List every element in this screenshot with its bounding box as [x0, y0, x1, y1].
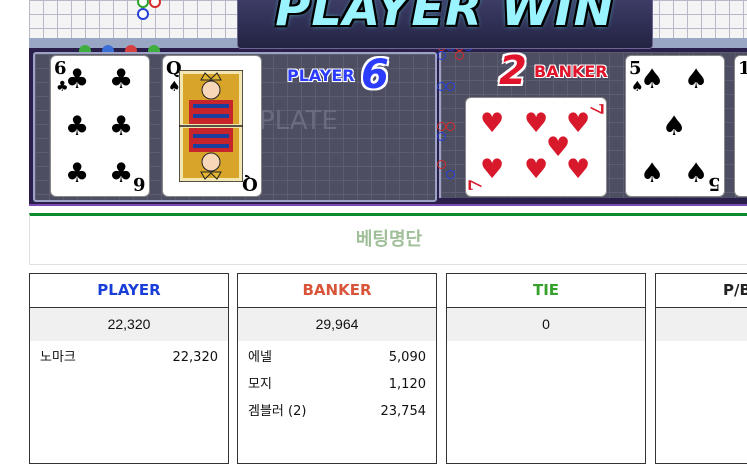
- bettor-row: 노마크 22,320: [30, 344, 228, 371]
- card-rank: 10: [738, 60, 747, 78]
- spade-icon: ♠: [684, 158, 709, 189]
- bet-panel-player: PLAYER 22,320 노마크 22,320: [29, 273, 229, 464]
- club-icon: ♣: [109, 158, 134, 189]
- heart-icon: ♥: [480, 108, 505, 139]
- queen-face-art: [179, 70, 243, 182]
- bettor-list: 노마크 22,320: [30, 341, 228, 371]
- bet-panel-total: 29,964: [238, 308, 436, 341]
- club-icon: ♣: [109, 111, 134, 142]
- bet-panel-pair: P/B: [655, 273, 747, 464]
- bettor-row: 에넬 5,090: [238, 344, 436, 371]
- heart-icon: ♥: [524, 154, 549, 185]
- card-rank: Q: [242, 173, 258, 194]
- bet-panel-header: TIE: [447, 274, 645, 308]
- bettor-list: 에넬 5,090 모지 1,120 겜블러 (2) 23,754: [238, 341, 436, 425]
- bettor-amount: 1,120: [388, 377, 426, 392]
- club-icon: ♣: [65, 158, 90, 189]
- player-score: 6: [361, 52, 389, 98]
- spade-icon: ♠: [640, 64, 665, 95]
- banker-card-2: 10: [735, 56, 747, 196]
- player-card-1: 6 ♣ ♣ ♣ ♣ ♣ ♣ ♣ 6: [51, 56, 149, 196]
- banker-card-3: 7 ♥ ♥ ♥ ♥ ♥ ♥ ♥ 7: [466, 98, 606, 196]
- spade-icon: ♠: [684, 64, 709, 95]
- betting-list-title: 베팅명단: [29, 213, 747, 265]
- table-watermark: PLATE: [259, 106, 338, 136]
- player-label: PLAYER: [287, 66, 355, 85]
- bettor-name: 모지: [248, 377, 272, 392]
- banker-label: BANKER: [534, 62, 608, 81]
- club-icon: ♣: [65, 64, 90, 95]
- result-banner: PLAYER WIN: [237, 0, 653, 49]
- bet-panel-tie: TIE 0: [446, 273, 646, 464]
- spade-icon: ♠: [662, 111, 687, 142]
- club-icon: ♣: [109, 64, 134, 95]
- bettor-name: 노마크: [40, 350, 76, 365]
- bettor-amount: 23,754: [380, 404, 427, 419]
- bet-panel-banker: BANKER 29,964 에넬 5,090 모지 1,120 겜블러 (2) …: [237, 273, 437, 464]
- bettor-name: 겜블러 (2): [248, 404, 307, 419]
- bet-panel-header: PLAYER: [30, 274, 228, 308]
- game-board: PLAYER WIN PLATE 6 ♣ ♣ ♣ ♣ ♣ ♣ ♣ 6 Q ♠ Q…: [29, 0, 747, 206]
- road-map-markers: [137, 0, 167, 22]
- bettor-row: 겜블러 (2) 23,754: [238, 398, 436, 425]
- bet-panel-total: 22,320: [30, 308, 228, 341]
- bettor-amount: 5,090: [388, 350, 426, 365]
- result-banner-text: PLAYER WIN: [275, 0, 615, 37]
- club-icon: ♣: [65, 111, 90, 142]
- card-rank: 5: [708, 173, 721, 194]
- bet-panel-total: [656, 308, 747, 341]
- spade-icon: ♠: [640, 158, 665, 189]
- heart-icon: ♥: [566, 154, 591, 185]
- card-rank: 7: [466, 178, 487, 192]
- heart-icon: ♥: [524, 108, 549, 139]
- card-rank: 6: [133, 173, 146, 194]
- bettor-name: 에넬: [248, 350, 272, 365]
- bettor-row: 모지 1,120: [238, 371, 436, 398]
- bet-panel-total: 0: [447, 308, 645, 341]
- banker-score: 2: [499, 48, 527, 94]
- bet-panel-header: BANKER: [238, 274, 436, 308]
- bettor-amount: 22,320: [172, 350, 219, 365]
- player-card-2: Q ♠ Q: [163, 56, 261, 196]
- bet-panel-header: P/B: [656, 274, 747, 308]
- banker-card-1: 5 ♠ ♠ ♠ ♠ ♠ ♠ 5: [626, 56, 724, 196]
